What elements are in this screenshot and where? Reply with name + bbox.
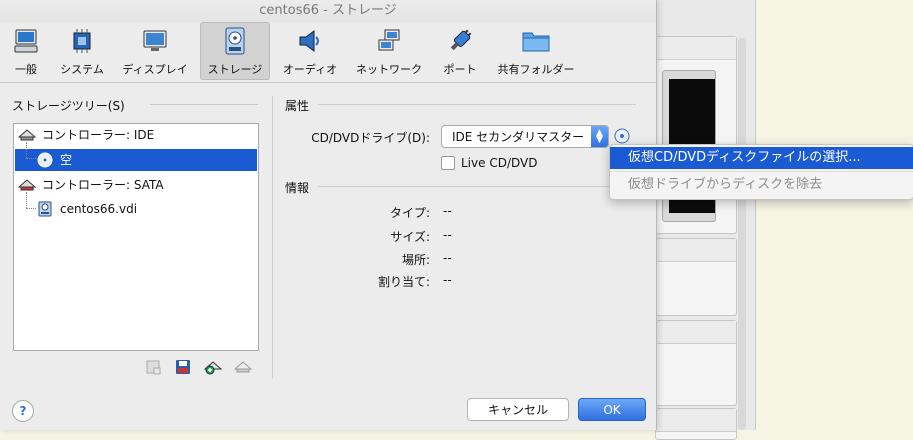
toolbar-system[interactable]: システム bbox=[56, 22, 108, 80]
location-value: -- bbox=[443, 251, 452, 265]
ok-button[interactable]: OK bbox=[578, 398, 646, 421]
add-attachment-disabled-icon bbox=[146, 360, 161, 375]
sata-controller-icon bbox=[18, 177, 36, 193]
cancel-button[interactable]: キャンセル bbox=[467, 398, 569, 421]
size-label: サイズ: bbox=[390, 230, 430, 244]
size-value: -- bbox=[443, 228, 452, 242]
tree-node-vdi-disk[interactable]: centos66.vdi bbox=[36, 198, 137, 220]
location-label: 場所: bbox=[401, 253, 430, 267]
ide-controller-icon bbox=[18, 127, 36, 143]
toolbar-shared-folders[interactable]: 共有フォルダー bbox=[494, 22, 578, 80]
tree-connector bbox=[26, 208, 36, 209]
cd-drive-label: CD/DVDドライブ(D): bbox=[311, 131, 430, 145]
tree-node-empty-drive[interactable]: 空 bbox=[36, 149, 72, 171]
menu-separator bbox=[610, 171, 913, 172]
background-panel bbox=[655, 238, 737, 316]
background-panel bbox=[655, 320, 737, 406]
checkbox-box bbox=[441, 156, 455, 170]
optical-disc-menu-icon bbox=[614, 128, 630, 144]
allocation-label: 割り当て: bbox=[377, 275, 430, 289]
cd-drive-select[interactable]: IDE セカンダリマスター ▲ ▼ bbox=[441, 125, 609, 148]
select-arrows-icon: ▲ ▼ bbox=[591, 126, 608, 147]
remove-controller-button[interactable] bbox=[234, 358, 252, 376]
toolbar-storage[interactable]: ストレージ bbox=[200, 22, 270, 80]
storage-tree-title: ストレージツリー(S) bbox=[12, 99, 125, 113]
menu-item-choose-disk-file[interactable]: 仮想CD/DVDディスクファイルの選択... bbox=[610, 147, 913, 169]
cd-drive-value: IDE セカンダリマスター bbox=[452, 130, 585, 144]
settings-toolbar: 一般 システム ディスプレイ ストレージ オーディオ ネットワーク ポート 共有… bbox=[0, 22, 656, 83]
help-button[interactable]: ? bbox=[12, 400, 34, 422]
tree-node-label: centos66.vdi bbox=[60, 202, 138, 216]
tree-node-sata-controller[interactable]: コントローラー: SATA bbox=[18, 174, 164, 196]
background-scrollbar bbox=[738, 38, 746, 430]
storage-tree[interactable]: コントローラー: IDE 空 コントローラー: SATA centos66.vd… bbox=[13, 123, 259, 351]
serial-port-plug-icon bbox=[445, 26, 475, 56]
add-controller-button[interactable] bbox=[204, 358, 222, 376]
add-attachment-button[interactable] bbox=[144, 358, 162, 376]
tree-node-label: 空 bbox=[60, 153, 73, 167]
save-disk-icon bbox=[176, 360, 190, 374]
background-panel bbox=[655, 408, 737, 440]
allocation-value: -- bbox=[443, 273, 452, 287]
window-title: centos66 - ストレージ bbox=[0, 0, 656, 22]
tree-node-label: コントローラー: IDE bbox=[42, 128, 155, 142]
add-hard-disk-button[interactable] bbox=[174, 358, 192, 376]
live-cd-label: Live CD/DVD bbox=[461, 156, 538, 170]
add-controller-icon bbox=[204, 361, 222, 375]
type-label: タイプ: bbox=[389, 206, 430, 220]
storage-settings-dialog: centos66 - ストレージ 一般 システム ディスプレイ ストレージ オー… bbox=[0, 0, 657, 430]
optical-disc-icon bbox=[36, 152, 54, 168]
live-cd-checkbox[interactable]: Live CD/DVD bbox=[441, 156, 537, 170]
toolbar-general[interactable]: 一般 bbox=[4, 22, 48, 80]
info-title: 情報 bbox=[285, 181, 310, 195]
toolbar-ports[interactable]: ポート bbox=[436, 22, 484, 80]
network-icon bbox=[374, 26, 404, 56]
disc-popup-menu: 仮想CD/DVDディスクファイルの選択... 仮想ドライブからディスクを除去 bbox=[609, 144, 913, 200]
system-chip-icon bbox=[67, 26, 97, 56]
shared-folder-icon bbox=[521, 26, 551, 56]
type-value: -- bbox=[443, 204, 452, 218]
remove-controller-icon bbox=[234, 361, 252, 373]
toolbar-display[interactable]: ディスプレイ bbox=[120, 22, 190, 80]
menu-item-remove-disk[interactable]: 仮想ドライブからディスクを除去 bbox=[610, 174, 913, 196]
hard-disk-icon bbox=[36, 201, 54, 217]
section-divider bbox=[318, 186, 636, 187]
section-divider bbox=[150, 104, 258, 105]
attributes-title: 属性 bbox=[285, 99, 310, 113]
section-divider bbox=[318, 104, 636, 105]
tree-node-label: コントローラー: SATA bbox=[42, 178, 164, 192]
toolbar-audio[interactable]: オーディオ bbox=[280, 22, 340, 80]
speaker-icon bbox=[295, 26, 325, 56]
storage-disk-icon bbox=[220, 26, 250, 56]
display-monitor-icon bbox=[140, 26, 170, 56]
choose-disc-button[interactable] bbox=[614, 128, 630, 144]
tree-node-ide-controller[interactable]: コントローラー: IDE bbox=[18, 124, 154, 146]
tree-connector bbox=[26, 158, 36, 159]
general-icon bbox=[11, 26, 41, 56]
storage-tree-actions bbox=[144, 358, 252, 376]
toolbar-network[interactable]: ネットワーク bbox=[350, 22, 428, 80]
